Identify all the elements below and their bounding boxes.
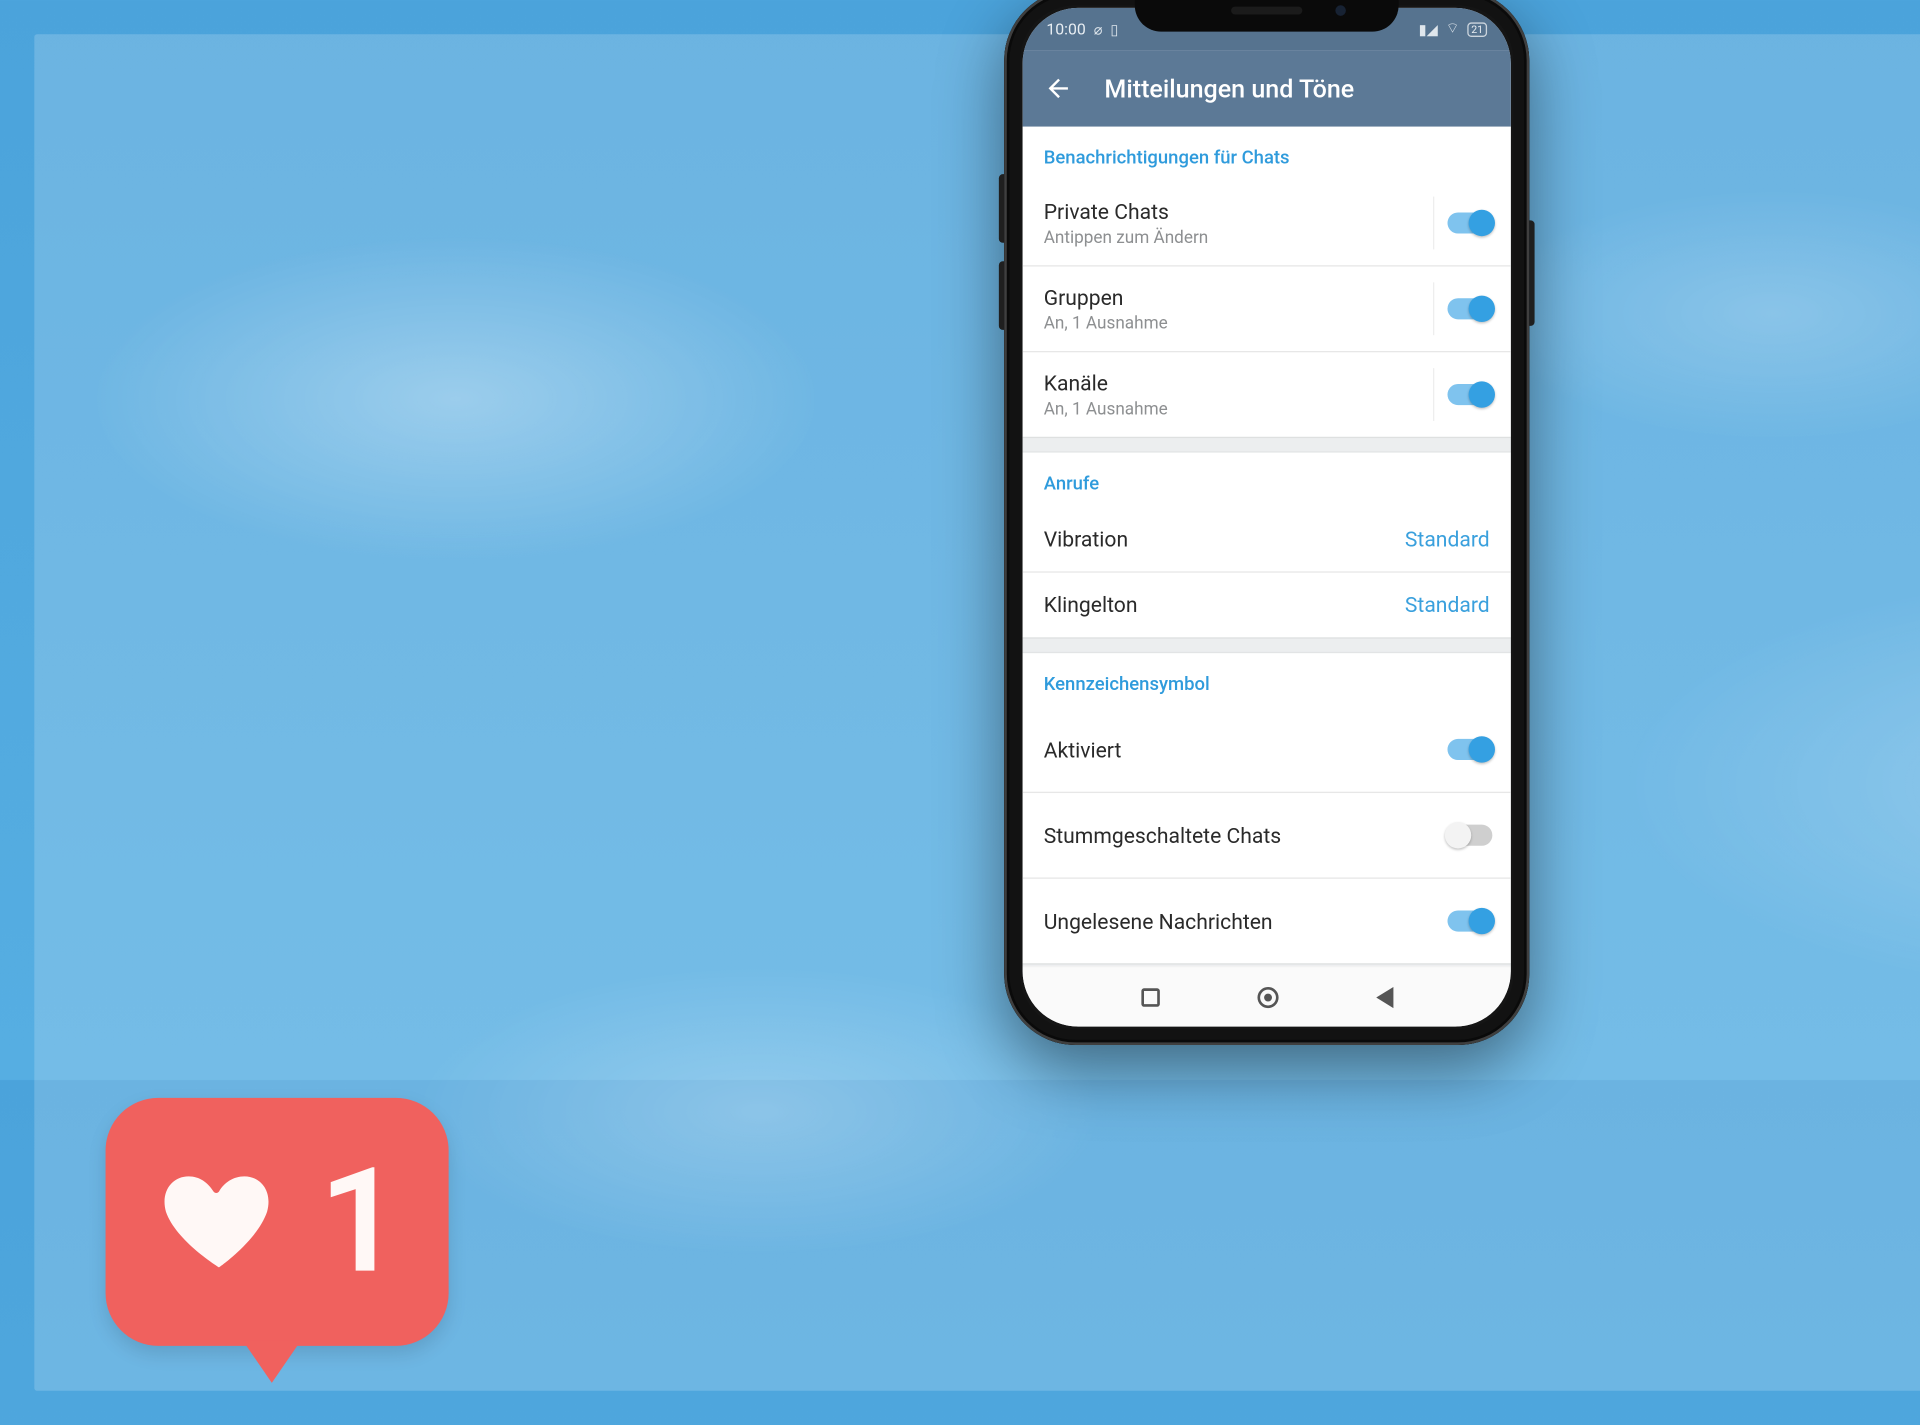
nav-home-icon[interactable] (1257, 986, 1278, 1007)
section-badge: Kennzeichensymbol Aktiviert Stummgeschal… (1023, 653, 1511, 963)
screen: 10:00 ⌀ ▯ ▮◢ ⌔ 21 Mitteilungen und Töne … (1023, 8, 1511, 1027)
row-title: Stummgeschaltete Chats (1044, 823, 1281, 848)
row-ringtone[interactable]: Klingelton Standard (1023, 571, 1511, 637)
row-vibration[interactable]: Vibration Standard (1023, 505, 1511, 571)
sim-icon: ▯ (1110, 20, 1118, 37)
row-muted-chats[interactable]: Stummgeschaltete Chats (1023, 792, 1511, 878)
row-enabled[interactable]: Aktiviert (1023, 706, 1511, 792)
section-chats: Benachrichtigungen für Chats Private Cha… (1023, 127, 1511, 437)
settings-content: Benachrichtigungen für Chats Private Cha… (1023, 127, 1511, 966)
row-groups[interactable]: Gruppen An, 1 Ausnahme (1023, 265, 1511, 351)
row-title: Vibration (1044, 526, 1128, 551)
toggle-channels[interactable] (1447, 384, 1492, 405)
nav-back-icon[interactable] (1376, 986, 1393, 1007)
arrow-left-icon (1044, 74, 1073, 103)
row-unread[interactable]: Ungelesene Nachrichten (1023, 877, 1511, 963)
row-title: Klingelton (1044, 592, 1138, 617)
phone-frame: 10:00 ⌀ ▯ ▮◢ ⌔ 21 Mitteilungen und Töne … (1004, 0, 1529, 1045)
row-subtitle: An, 1 Ausnahme (1044, 313, 1168, 333)
toggle-unread[interactable] (1447, 910, 1492, 931)
section-title-badge: Kennzeichensymbol (1023, 653, 1511, 706)
row-value: Standard (1405, 592, 1490, 617)
row-channels[interactable]: Kanäle An, 1 Ausnahme (1023, 351, 1511, 437)
battery-indicator: 21 (1467, 22, 1487, 37)
notch (1135, 0, 1399, 32)
row-title: Aktiviert (1044, 737, 1122, 762)
section-calls: Anrufe Vibration Standard Klingelton Sta… (1023, 453, 1511, 638)
row-private-chats[interactable]: Private Chats Antippen zum Ändern (1023, 179, 1511, 265)
row-title: Private Chats (1044, 199, 1209, 224)
like-notification-bubble: 1 (106, 1098, 449, 1346)
row-title: Gruppen (1044, 284, 1168, 309)
toggle-groups[interactable] (1447, 298, 1492, 319)
row-title: Kanäle (1044, 370, 1168, 395)
row-value: Standard (1405, 526, 1490, 551)
signal-icon: ▮◢ (1419, 20, 1438, 37)
heart-icon (153, 1161, 285, 1282)
like-count: 1 (319, 1149, 402, 1294)
section-title-chats: Benachrichtigungen für Chats (1023, 127, 1511, 180)
row-title: Ungelesene Nachrichten (1044, 908, 1273, 933)
back-button[interactable] (1044, 74, 1073, 103)
row-subtitle: Antippen zum Ändern (1044, 228, 1209, 248)
status-time: 10:00 (1046, 20, 1085, 38)
dnd-icon: ⌀ (1094, 20, 1103, 37)
page-title: Mitteilungen und Töne (1104, 73, 1354, 103)
wifi-icon: ⌔ (1446, 20, 1460, 38)
android-nav-bar (1023, 966, 1511, 1027)
toggle-private-chats[interactable] (1447, 212, 1492, 233)
app-header: Mitteilungen und Töne (1023, 50, 1511, 127)
row-subtitle: An, 1 Ausnahme (1044, 399, 1168, 419)
nav-recent-icon[interactable] (1141, 988, 1159, 1006)
toggle-muted-chats[interactable] (1447, 825, 1492, 846)
section-title-calls: Anrufe (1023, 453, 1511, 506)
toggle-enabled[interactable] (1447, 739, 1492, 760)
